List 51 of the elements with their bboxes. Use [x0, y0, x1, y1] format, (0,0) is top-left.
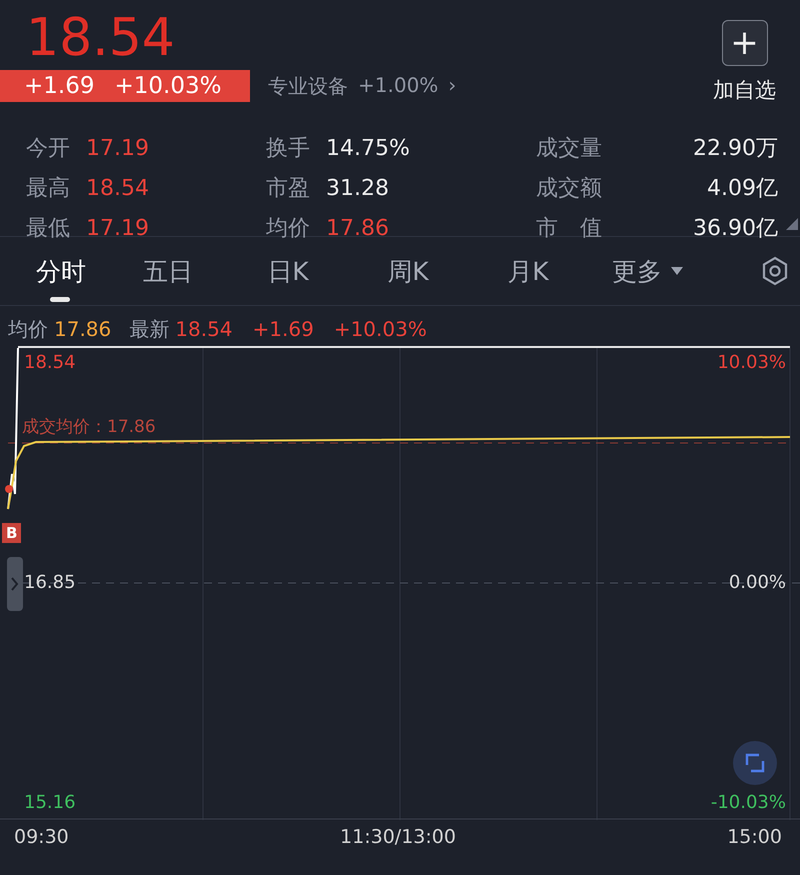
stat-label: 换手 — [266, 135, 310, 163]
y-axis-label: 16.85 — [24, 572, 76, 593]
average-label: 均价 — [8, 316, 48, 342]
percent-change: +10.03% — [334, 317, 427, 341]
start-dot — [5, 485, 13, 493]
stat-value: 22.90万 — [693, 135, 778, 163]
percent-change: +10.03% — [114, 73, 222, 99]
percent-axis-label: 0.00% — [728, 572, 786, 593]
percent-axis-label: -10.03% — [710, 792, 786, 813]
stat-value: 17.19 — [86, 216, 149, 240]
add-watchlist-button[interactable]: + — [722, 20, 768, 66]
latest-label: 最新 — [129, 316, 170, 342]
stat-label: 今开 — [26, 135, 70, 163]
add-watchlist-label[interactable]: 加自选 — [713, 76, 776, 104]
stat-label: 最低 — [26, 215, 70, 243]
chart-tab[interactable]: 周K — [348, 244, 468, 298]
average-price: 17.86 — [54, 317, 112, 341]
stat-value: 17.86 — [326, 216, 389, 240]
price-change: +1.69 — [24, 73, 94, 99]
chart-tab[interactable]: 日K — [228, 244, 348, 298]
y-axis-label: 18.54 — [24, 352, 76, 373]
stat-value: 17.19 — [86, 136, 149, 160]
stat-label: 市盈 — [266, 175, 310, 203]
average-price-label: 成交均价：17.86 — [22, 416, 156, 438]
settings-icon[interactable] — [760, 256, 790, 286]
expand-handle[interactable] — [7, 557, 23, 611]
stock-price: 18.54 — [25, 7, 176, 70]
time-axis-label: 09:30 — [14, 826, 69, 848]
stat-label: 市 值 — [536, 215, 602, 243]
stat-value: 14.75% — [326, 136, 410, 160]
chart-tab[interactable]: 更多 — [588, 244, 708, 298]
stat-value: 18.54 — [86, 176, 149, 200]
stat-label: 均价 — [266, 215, 310, 243]
stat-label: 成交额 — [536, 175, 602, 203]
stat-label: 最高 — [26, 175, 70, 203]
stat-label: 成交量 — [536, 135, 602, 163]
time-axis-label: 11:30/13:00 — [340, 826, 456, 848]
chart-tab[interactable]: 五日 — [108, 244, 228, 298]
stat-value: 36.90亿 — [693, 215, 778, 243]
y-axis-label: 15.16 — [24, 792, 76, 813]
corner-icon — [786, 218, 798, 230]
price-change: +1.69 — [252, 317, 314, 341]
buy-marker: B — [2, 523, 22, 543]
time-axis-label: 15:00 — [727, 826, 782, 848]
stat-value: 31.28 — [326, 176, 389, 200]
sector-link[interactable]: 专业设备 +1.00% › — [268, 72, 456, 100]
stat-value: 4.09亿 — [707, 175, 778, 203]
latest-price: 18.54 — [175, 317, 233, 341]
chart-tab[interactable]: 月K — [468, 244, 588, 298]
percent-axis-label: 10.03% — [717, 352, 786, 373]
fullscreen-button[interactable] — [733, 741, 777, 785]
